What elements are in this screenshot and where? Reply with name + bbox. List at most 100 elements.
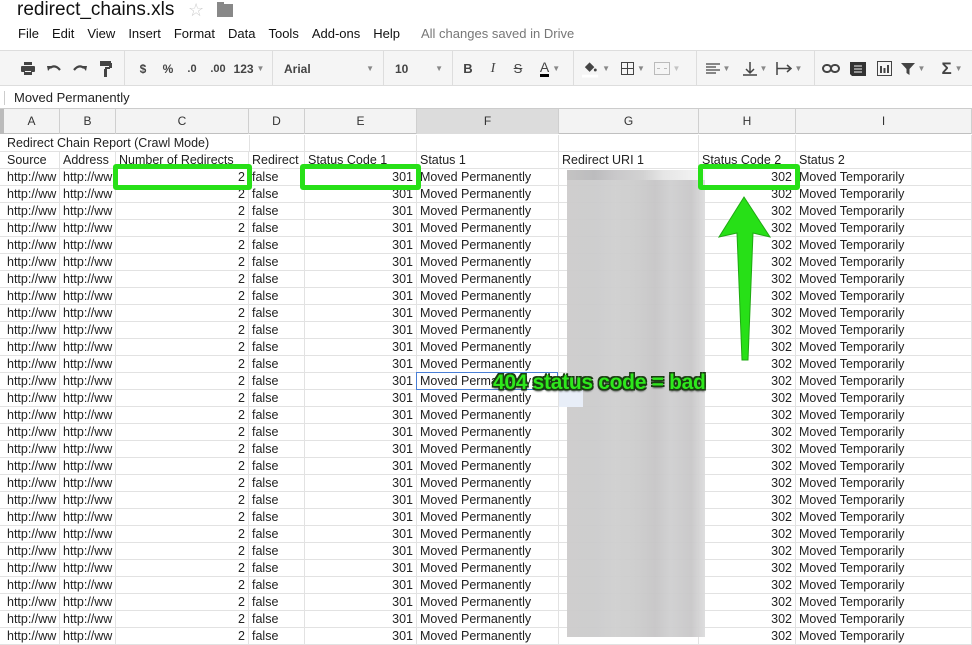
cell-address[interactable]: http://ww <box>60 288 116 305</box>
cell-source[interactable]: http://ww <box>4 526 60 543</box>
cell-redirect-loop[interactable]: false <box>249 390 305 407</box>
cell-redirect-loop[interactable]: false <box>249 220 305 237</box>
undo-button[interactable] <box>45 51 63 86</box>
column-header-c[interactable]: C <box>116 109 249 134</box>
cell-status-code-1[interactable]: 301 <box>305 560 417 577</box>
cell-redirect-loop[interactable]: false <box>249 526 305 543</box>
merge-cells-button[interactable]: ▼ <box>652 51 682 86</box>
cell-status-1[interactable]: Moved Permanently <box>417 186 559 203</box>
cell-source[interactable]: http://ww <box>4 611 60 628</box>
cell-num-redirects[interactable]: 2 <box>116 356 249 373</box>
more-formats-button[interactable]: 123 ▼ <box>233 51 265 86</box>
star-icon[interactable]: ☆ <box>188 0 204 21</box>
cell-redirect-loop[interactable]: false <box>249 288 305 305</box>
cell-status-code-1[interactable]: 301 <box>305 543 417 560</box>
cell-status-1[interactable]: Moved Permanently <box>417 203 559 220</box>
cell-source[interactable]: http://ww <box>4 458 60 475</box>
header-cell-status-2[interactable]: Status 2 <box>796 152 972 169</box>
save-status[interactable]: All changes saved in Drive <box>421 26 574 44</box>
cell-source[interactable]: http://ww <box>4 288 60 305</box>
cell-status-2[interactable]: Moved Temporarily <box>796 288 972 305</box>
cell-address[interactable]: http://ww <box>60 254 116 271</box>
cell-status-2[interactable]: Moved Temporarily <box>796 390 972 407</box>
column-header-a[interactable]: A <box>4 109 60 134</box>
cell-num-redirects[interactable]: 2 <box>116 203 249 220</box>
cell-redirect-loop[interactable]: false <box>249 611 305 628</box>
cell-status-2[interactable]: Moved Temporarily <box>796 492 972 509</box>
cell-status-2[interactable]: Moved Temporarily <box>796 475 972 492</box>
cell-status-1[interactable]: Moved Permanently <box>417 458 559 475</box>
cell-status-code-2[interactable]: 302 <box>699 424 796 441</box>
cell-status-code-2[interactable]: 302 <box>699 560 796 577</box>
cell-status-code-1[interactable]: 301 <box>305 339 417 356</box>
cell-address[interactable]: http://ww <box>60 203 116 220</box>
column-header-i[interactable]: I <box>796 109 972 134</box>
cell-address[interactable]: http://ww <box>60 186 116 203</box>
cell-status-1[interactable]: Moved Permanently <box>417 560 559 577</box>
cell-num-redirects[interactable]: 2 <box>116 526 249 543</box>
cell-num-redirects[interactable]: 2 <box>116 543 249 560</box>
folder-icon[interactable] <box>217 2 233 17</box>
cell-status-code-2[interactable]: 302 <box>699 475 796 492</box>
cell-status-1[interactable]: Moved Permanently <box>417 509 559 526</box>
cell-status-1[interactable]: Moved Permanently <box>417 441 559 458</box>
cell-status-2[interactable]: Moved Temporarily <box>796 424 972 441</box>
cell-status-code-1[interactable]: 301 <box>305 407 417 424</box>
document-title[interactable]: redirect_chains.xls <box>17 0 174 21</box>
column-header-h[interactable]: H <box>699 109 796 134</box>
cell-num-redirects[interactable]: 2 <box>116 288 249 305</box>
cell-status-code-1[interactable]: 301 <box>305 254 417 271</box>
paint-format-button[interactable] <box>97 51 115 86</box>
cell[interactable] <box>249 135 305 152</box>
cell-status-code-2[interactable]: 302 <box>699 407 796 424</box>
horizontal-align-button[interactable]: ▼ <box>704 51 732 86</box>
cell[interactable] <box>417 135 559 152</box>
font-size-select[interactable]: 10 ▼ <box>395 51 443 86</box>
header-cell-address[interactable]: Address <box>60 152 116 169</box>
cell-status-code-2[interactable]: 302 <box>699 373 796 390</box>
cell-status-2[interactable]: Moved Temporarily <box>796 458 972 475</box>
cell-num-redirects[interactable]: 2 <box>116 305 249 322</box>
cell-status-2[interactable]: Moved Temporarily <box>796 526 972 543</box>
cell-status-1[interactable]: Moved Permanently <box>417 237 559 254</box>
increase-decimals-button[interactable]: .00 <box>207 51 229 86</box>
cell-source[interactable]: http://ww <box>4 220 60 237</box>
cell-address[interactable]: http://ww <box>60 509 116 526</box>
cell-redirect-loop[interactable]: false <box>249 458 305 475</box>
cell-status-2[interactable]: Moved Temporarily <box>796 271 972 288</box>
cell-status-code-1[interactable]: 301 <box>305 288 417 305</box>
cell-status-1[interactable]: Moved Permanently <box>417 339 559 356</box>
cell-status-2[interactable]: Moved Temporarily <box>796 203 972 220</box>
cell-num-redirects[interactable]: 2 <box>116 322 249 339</box>
cell-status-code-2[interactable]: 302 <box>699 577 796 594</box>
bold-button[interactable]: B <box>460 51 476 86</box>
cell-status-code-2[interactable]: 302 <box>699 611 796 628</box>
cell-num-redirects[interactable]: 2 <box>116 509 249 526</box>
column-header-g[interactable]: G <box>559 109 699 134</box>
cell-address[interactable]: http://ww <box>60 441 116 458</box>
cell-source[interactable]: http://ww <box>4 237 60 254</box>
menu-addons[interactable]: Add-ons <box>312 26 360 44</box>
cell-status-code-1[interactable]: 301 <box>305 475 417 492</box>
cell-address[interactable]: http://ww <box>60 237 116 254</box>
text-wrapping-button[interactable]: ▼ <box>774 51 804 86</box>
cell-redirect-loop[interactable]: false <box>249 577 305 594</box>
cell-status-2[interactable]: Moved Temporarily <box>796 237 972 254</box>
cell-status-2[interactable]: Moved Temporarily <box>796 322 972 339</box>
cell-num-redirects[interactable]: 2 <box>116 611 249 628</box>
functions-button[interactable]: Σ ▼ <box>937 51 967 86</box>
cell-num-redirects[interactable]: 2 <box>116 492 249 509</box>
cell-redirect-loop[interactable]: false <box>249 475 305 492</box>
fill-color-button[interactable]: ▼ <box>582 51 610 86</box>
text-color-button[interactable]: A ▼ <box>535 51 565 86</box>
cell-redirect-loop[interactable]: false <box>249 509 305 526</box>
strikethrough-button[interactable]: S <box>510 51 526 86</box>
cell-status-1[interactable]: Moved Permanently <box>417 543 559 560</box>
cell-status-code-1[interactable]: 301 <box>305 203 417 220</box>
cell-status-1[interactable]: Moved Permanently <box>417 254 559 271</box>
cell-status-2[interactable]: Moved Temporarily <box>796 594 972 611</box>
cell-num-redirects[interactable]: 2 <box>116 390 249 407</box>
cell-status-1[interactable]: Moved Permanently <box>417 305 559 322</box>
cell-status-code-1[interactable]: 301 <box>305 237 417 254</box>
cell-redirect-loop[interactable]: false <box>249 543 305 560</box>
